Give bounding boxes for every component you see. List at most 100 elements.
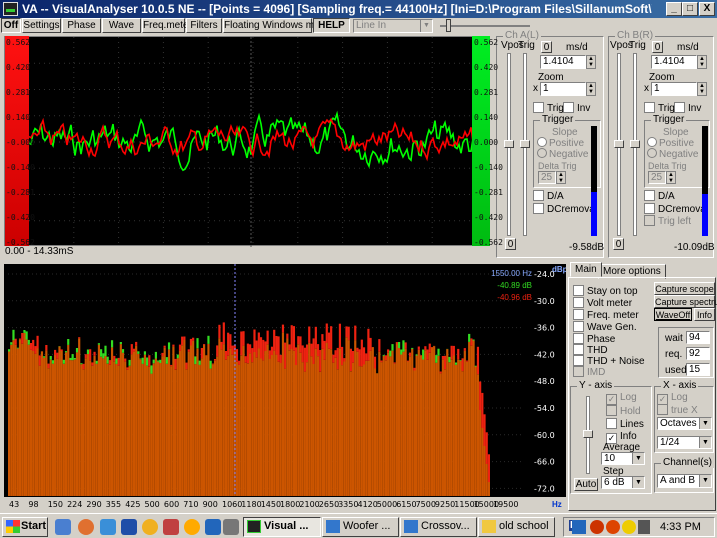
- wait-label: wait: [665, 333, 683, 344]
- imd-checkbox[interactable]: IMD: [573, 366, 605, 378]
- spectrum-bar-channel-a: [391, 344, 394, 351]
- app-icon[interactable]: [3, 2, 18, 16]
- tab-main[interactable]: Main: [570, 262, 602, 277]
- vpos-slider-a-thumb[interactable]: [504, 140, 514, 148]
- input-select[interactable]: Line In ▼: [353, 19, 433, 33]
- task-crossover[interactable]: Crossov...: [400, 517, 477, 537]
- lines-checkbox[interactable]: Lines: [606, 418, 644, 430]
- zero-button-a[interactable]: 0: [541, 41, 552, 53]
- bottom-zero-button-b[interactable]: 0: [613, 238, 624, 250]
- folder-icon[interactable]: [205, 519, 221, 535]
- desktop-icon[interactable]: [223, 519, 239, 535]
- ms-div-spinner-b[interactable]: ▲ ▼: [697, 55, 707, 69]
- zoom-spinner-b[interactable]: ▲ ▼: [697, 82, 707, 96]
- info-button[interactable]: Info: [694, 308, 715, 321]
- task-visual-analyser[interactable]: Visual ...: [243, 517, 321, 537]
- delta-trig-spinner-a[interactable]: ▲ ▼: [556, 171, 566, 184]
- dc-removal-checkbox-b[interactable]: DCremoval: [644, 203, 708, 215]
- step-select[interactable]: 6 dB ▼: [601, 476, 645, 489]
- spectrum-bar-overlap: [209, 368, 212, 496]
- maximize-button[interactable]: □: [682, 2, 698, 16]
- stay-on-top-checkbox[interactable]: Stay on top: [573, 285, 638, 297]
- tray-network-icon[interactable]: [572, 520, 586, 534]
- trig-slider-a-thumb[interactable]: [520, 140, 530, 148]
- tray-speaker-icon[interactable]: [638, 520, 650, 534]
- explorer-icon[interactable]: [100, 519, 116, 535]
- inv-checkbox-a[interactable]: Inv: [563, 102, 590, 114]
- chat-icon[interactable]: [184, 519, 200, 535]
- x-fraction-select[interactable]: 1/24 ▼: [657, 436, 712, 449]
- volume-slider-thumb[interactable]: [446, 19, 451, 32]
- off-button[interactable]: Off: [1, 18, 21, 33]
- delta-trig-input-a[interactable]: 25: [538, 171, 556, 184]
- volume-slider[interactable]: [440, 25, 530, 27]
- ms-div-spinner-a[interactable]: ▲ ▼: [586, 55, 596, 69]
- delta-trig-input-b[interactable]: 25: [648, 171, 666, 184]
- dc-removal-checkbox-a[interactable]: DCremoval: [533, 203, 597, 215]
- trig-left-checkbox-b[interactable]: Trig left: [644, 215, 691, 227]
- task-woofer[interactable]: Woofer ...: [322, 517, 399, 537]
- wave-button[interactable]: Wave: [102, 18, 141, 33]
- spectrum-bar-channel-b: [330, 326, 333, 350]
- capture-spectrum-button[interactable]: Capture spectrum: [654, 295, 717, 308]
- tray-app-icon[interactable]: [622, 520, 636, 534]
- spectrum-bar-channel-b: [244, 356, 247, 363]
- da-checkbox-a[interactable]: D/A: [533, 190, 564, 202]
- volt-meter-checkbox[interactable]: Volt meter: [573, 297, 632, 309]
- average-select[interactable]: 10 ▼: [601, 452, 645, 465]
- zoom-spinner-a[interactable]: ▲ ▼: [586, 82, 596, 96]
- ms-div-input-b[interactable]: 1.4104: [651, 55, 697, 69]
- spectrum-bar-overlap: [284, 368, 287, 496]
- freq-meter-button[interactable]: Freq.meter: [142, 18, 192, 33]
- negative-radio-a[interactable]: Negative: [537, 148, 588, 160]
- task-old-school[interactable]: old school: [478, 517, 555, 537]
- freq-meter-checkbox[interactable]: Freq. meter: [573, 309, 639, 321]
- spectrum-bar-overlap: [251, 362, 254, 496]
- settings-button[interactable]: Settings: [22, 18, 61, 33]
- trig-checkbox-a[interactable]: Trig: [533, 102, 564, 114]
- start-button[interactable]: Start: [2, 517, 48, 537]
- phase-button[interactable]: Phase: [62, 18, 101, 33]
- firefox-icon[interactable]: [78, 519, 94, 535]
- trig-slider-b-thumb[interactable]: [630, 140, 640, 148]
- capture-scope-button[interactable]: Capture scope: [654, 282, 715, 295]
- zero-button-b[interactable]: 0: [652, 41, 663, 53]
- spectrum-bar-channel-b: [91, 362, 94, 366]
- spectrum-bar-overlap: [47, 368, 50, 496]
- media-icon[interactable]: [142, 519, 158, 535]
- auto-button[interactable]: Auto: [574, 478, 598, 491]
- true-x-checkbox[interactable]: true X: [657, 404, 698, 416]
- channels-select[interactable]: A and B ▼: [657, 474, 712, 488]
- ie-icon[interactable]: [55, 519, 71, 535]
- delta-trig-spinner-b[interactable]: ▲ ▼: [666, 171, 676, 184]
- bottom-zero-button-a[interactable]: 0: [505, 238, 516, 250]
- floating-windows-button[interactable]: Floating Windows mode: [223, 18, 331, 33]
- wave-off-button[interactable]: WaveOff: [654, 308, 692, 321]
- trig-checkbox-b[interactable]: Trig: [644, 102, 675, 114]
- wave-gen-checkbox[interactable]: Wave Gen.: [573, 321, 637, 333]
- zoom-input-a[interactable]: 1: [540, 82, 586, 96]
- oscilloscope-canvas: [28, 37, 474, 247]
- hold-checkbox[interactable]: Hold: [606, 405, 641, 417]
- inv-checkbox-b[interactable]: Inv: [674, 102, 701, 114]
- app-quicklaunch-icon[interactable]: [163, 519, 179, 535]
- spectrum-unit-label: dBpp: [552, 265, 566, 274]
- negative-radio-b[interactable]: Negative: [647, 148, 698, 160]
- help-button[interactable]: HELP: [313, 18, 350, 33]
- tray-pause-icon[interactable]: [590, 520, 604, 534]
- ms-div-input-a[interactable]: 1.4104: [540, 55, 586, 69]
- spectrum-bar-channel-a: [16, 347, 19, 349]
- x-scale-select[interactable]: Octaves ▼: [657, 417, 712, 430]
- spectrum-bar-overlap: [244, 362, 247, 496]
- y-log-checkbox[interactable]: ✓ Log: [606, 392, 637, 405]
- vpos-slider-b-thumb[interactable]: [614, 140, 624, 148]
- word-icon[interactable]: [121, 519, 137, 535]
- da-checkbox-b[interactable]: D/A: [644, 190, 675, 202]
- tray-record-icon[interactable]: [606, 520, 620, 534]
- close-button[interactable]: X: [699, 2, 715, 16]
- zoom-input-b[interactable]: 1: [651, 82, 697, 96]
- filters-button[interactable]: Filters: [186, 18, 222, 33]
- minimize-button[interactable]: _: [666, 2, 682, 16]
- taskbar: Start Visual ... Woofer ... Crossov... o…: [0, 513, 717, 538]
- y-axis-slider-thumb[interactable]: [583, 430, 593, 438]
